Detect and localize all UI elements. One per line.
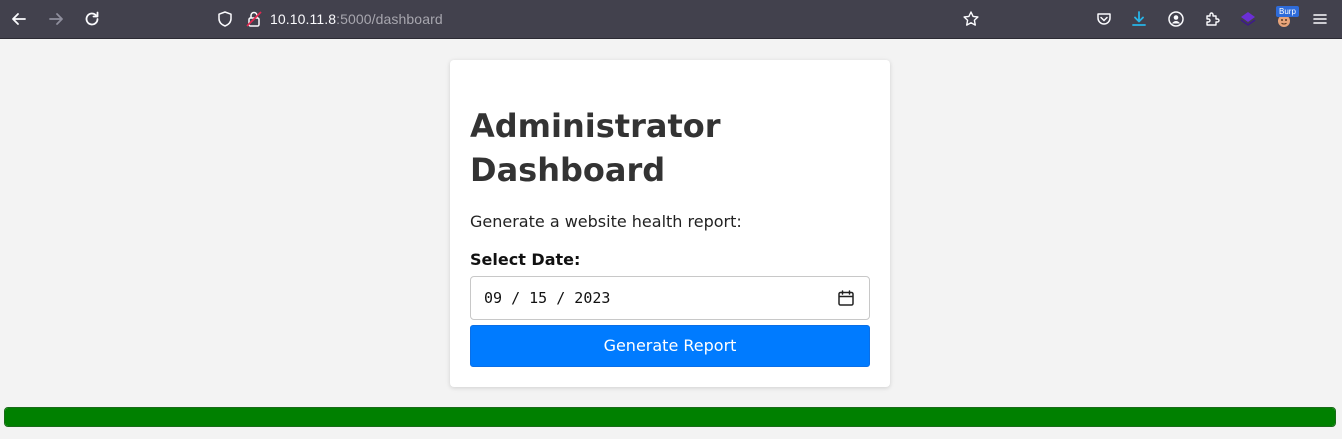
shield-icon[interactable] bbox=[214, 8, 236, 30]
menu-hamburger-icon[interactable] bbox=[1309, 8, 1331, 30]
back-arrow-icon[interactable] bbox=[8, 8, 30, 30]
date-input[interactable]: 09 / 15 / 2023 bbox=[470, 276, 870, 320]
forward-arrow-icon[interactable] bbox=[45, 8, 67, 30]
dashboard-card: Administrator Dashboard Generate a websi… bbox=[450, 60, 890, 387]
page-title: Administrator Dashboard bbox=[470, 107, 721, 189]
pocket-icon[interactable] bbox=[1093, 8, 1115, 30]
extension-purple-icon[interactable] bbox=[1237, 8, 1259, 30]
date-label: Select Date: bbox=[470, 250, 581, 269]
download-icon[interactable] bbox=[1128, 8, 1150, 30]
calendar-icon[interactable] bbox=[837, 289, 855, 307]
url-host: 10.10.11.8 bbox=[270, 11, 337, 27]
insecure-lock-icon[interactable] bbox=[243, 8, 265, 30]
account-icon[interactable] bbox=[1165, 8, 1187, 30]
url-bar[interactable]: 10.10.11.8:5000/dashboard bbox=[270, 10, 443, 28]
browser-toolbar: 10.10.11.8:5000/dashboard Burp bbox=[0, 0, 1342, 39]
burp-badge: Burp bbox=[1276, 6, 1299, 17]
progress-bar-fill bbox=[5, 408, 1335, 426]
generate-report-button[interactable]: Generate Report bbox=[470, 325, 870, 367]
reload-icon[interactable] bbox=[81, 8, 103, 30]
report-description: Generate a website health report: bbox=[470, 212, 742, 231]
url-path: :5000/dashboard bbox=[336, 11, 443, 27]
bookmark-star-icon[interactable] bbox=[960, 8, 982, 30]
progress-bar bbox=[4, 407, 1336, 427]
date-value[interactable]: 09 / 15 / 2023 bbox=[484, 289, 610, 308]
extensions-puzzle-icon[interactable] bbox=[1201, 8, 1223, 30]
